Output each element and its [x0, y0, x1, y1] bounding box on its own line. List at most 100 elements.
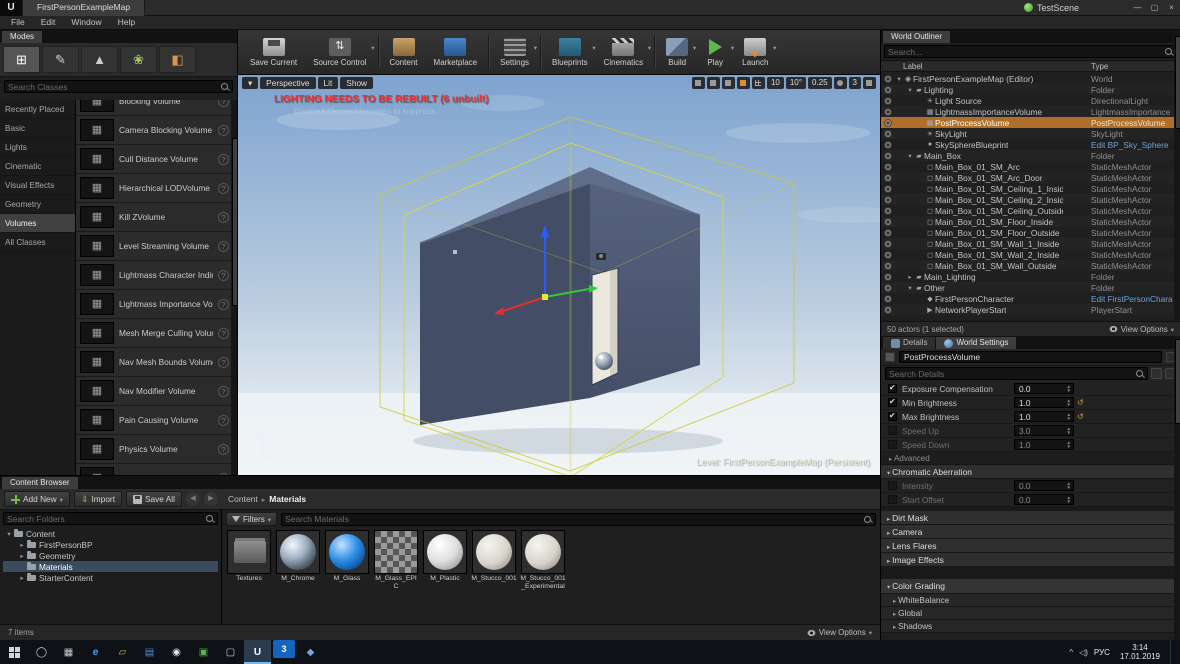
- outliner-row[interactable]: ▦ PostProcessVolume PostProcessVolume: [881, 117, 1174, 128]
- outliner-row[interactable]: ▾ ▰ Main_Box Folder: [881, 150, 1174, 161]
- expander-icon[interactable]: ▸: [18, 552, 26, 560]
- outliner-search-input[interactable]: [888, 47, 1164, 57]
- menu-item[interactable]: Window: [63, 16, 109, 29]
- visibility-eye-icon[interactable]: [884, 163, 892, 171]
- search-classes-input[interactable]: [8, 82, 220, 92]
- details-scrollbar[interactable]: [1174, 336, 1180, 640]
- maximize-viewport-icon[interactable]: [863, 77, 876, 89]
- translate-tool-icon[interactable]: [692, 77, 705, 89]
- details-search-input[interactable]: [889, 369, 1135, 379]
- breadcrumb-content[interactable]: Content: [228, 494, 258, 504]
- volume-list-item[interactable]: Cull Distance Volume: [76, 145, 237, 174]
- volume-list-item[interactable]: Mesh Merge Culling Volume: [76, 319, 237, 348]
- expander-icon[interactable]: ▾: [906, 284, 914, 292]
- outliner-row[interactable]: ◻ Main_Box_01_SM_Ceiling_Outside StaticM…: [881, 205, 1174, 216]
- expander-icon[interactable]: ▾: [5, 530, 13, 538]
- camera-speed-icon[interactable]: [834, 77, 847, 89]
- outliner-row[interactable]: ☀ SkyLight SkyLight: [881, 128, 1174, 139]
- mode-tool-icon[interactable]: ▲: [81, 46, 118, 73]
- speed-down-checkbox[interactable]: [888, 440, 897, 449]
- outliner-row[interactable]: ◻ Main_Box_01_SM_Wall_Outside StaticMesh…: [881, 260, 1174, 271]
- menu-item[interactable]: Edit: [33, 16, 64, 29]
- speed-down-input[interactable]: 1.0: [1014, 439, 1074, 450]
- visibility-eye-icon[interactable]: [884, 218, 892, 226]
- outliner-row[interactable]: ▾ ▰ Other Folder: [881, 282, 1174, 293]
- blueprints-button[interactable]: Blueprints ▾: [544, 35, 596, 69]
- volume-list-item[interactable]: Blocking Volume: [76, 100, 237, 116]
- visibility-eye-icon[interactable]: [884, 185, 892, 193]
- folder-tree-item[interactable]: ▸ StarterContent: [3, 572, 218, 583]
- outliner-row[interactable]: ▾ ◉ FirstPersonExampleMap (Editor) World: [881, 73, 1174, 84]
- cinematics-button[interactable]: Cinematics ▾: [596, 35, 652, 69]
- volume-list-item[interactable]: Camera Blocking Volume: [76, 116, 237, 145]
- help-icon[interactable]: [218, 415, 229, 426]
- minimize-button[interactable]: —: [1129, 0, 1146, 16]
- visibility-eye-icon[interactable]: [884, 284, 892, 292]
- grid-snap-value[interactable]: 10: [767, 77, 784, 89]
- outliner-row[interactable]: ◻ Main_Box_01_SM_Floor_Inside StaticMesh…: [881, 216, 1174, 227]
- volume-list-item[interactable]: Post Process Volume: [76, 464, 237, 475]
- spinner-icon[interactable]: [1067, 441, 1071, 448]
- visibility-eye-icon[interactable]: [884, 119, 892, 127]
- menu-item[interactable]: File: [3, 16, 33, 29]
- map-document-tab[interactable]: FirstPersonExampleMap: [22, 0, 145, 16]
- filters-button[interactable]: Filters: [226, 512, 277, 526]
- outliner-row[interactable]: ● SkySphereBlueprint Edit BP_Sky_Sphere: [881, 139, 1174, 150]
- outliner-row[interactable]: ◻ Main_Box_01_SM_Ceiling_2_Inside Static…: [881, 194, 1174, 205]
- expander-icon[interactable]: ▾: [895, 75, 903, 83]
- speed-up-input[interactable]: 3.0: [1014, 425, 1074, 436]
- visibility-eye-icon[interactable]: [884, 273, 892, 281]
- spinner-icon[interactable]: [1067, 482, 1071, 489]
- expander-icon[interactable]: ▸: [18, 574, 26, 582]
- help-icon[interactable]: [218, 183, 229, 194]
- cinematics-dropdown[interactable]: ▾: [648, 44, 651, 52]
- build-button[interactable]: Build ▾: [658, 35, 696, 69]
- folder-tree-item[interactable]: ▸ FirstPersonBP: [3, 539, 218, 550]
- speaker-icon[interactable]: ◁): [1079, 648, 1088, 657]
- source-control-dropdown[interactable]: ▾: [371, 44, 374, 52]
- taskbar-app-icon[interactable]: ▱: [109, 640, 136, 664]
- section-color-grading[interactable]: Color Grading: [881, 579, 1174, 594]
- close-button[interactable]: ×: [1163, 0, 1180, 16]
- content-browser-tab[interactable]: Content Browser: [2, 477, 78, 489]
- settings-dropdown[interactable]: ▾: [534, 44, 537, 52]
- section-chromatic-aberration[interactable]: Chromatic Aberration: [881, 465, 1174, 479]
- placement-category[interactable]: Visual Effects: [0, 176, 75, 195]
- max-brightness-checkbox[interactable]: [888, 412, 897, 421]
- launch-button[interactable]: Launch ▾: [734, 35, 776, 69]
- outliner-row[interactable]: ◻ Main_Box_01_SM_Wall_1_Inside StaticMes…: [881, 238, 1174, 249]
- forward-button[interactable]: [204, 492, 218, 506]
- start-offset-input[interactable]: 0.0: [1014, 494, 1074, 505]
- taskbar-app-icon[interactable]: e: [82, 640, 109, 664]
- asset-tile[interactable]: Textures: [226, 530, 272, 583]
- asset-tile[interactable]: M_Glass_EPIC: [373, 530, 419, 590]
- spinner-icon[interactable]: [1067, 399, 1071, 406]
- tab-world-settings[interactable]: World Settings: [936, 337, 1016, 349]
- maximize-button[interactable]: ▢: [1146, 0, 1163, 16]
- help-icon[interactable]: [218, 125, 229, 136]
- spinner-icon[interactable]: [1067, 413, 1071, 420]
- grading-subsection-header[interactable]: WhiteBalance: [881, 594, 1174, 607]
- visibility-eye-icon[interactable]: [884, 97, 892, 105]
- volume-list-item[interactable]: Physics Volume: [76, 435, 237, 464]
- help-icon[interactable]: [218, 212, 229, 223]
- volumes-scrollbar[interactable]: [231, 100, 237, 475]
- visibility-eye-icon[interactable]: [884, 130, 892, 138]
- settings-button[interactable]: Settings ▾: [492, 35, 537, 69]
- spinner-icon[interactable]: [1067, 427, 1071, 434]
- help-icon[interactable]: [218, 357, 229, 368]
- show-desktop-button[interactable]: [1170, 640, 1176, 664]
- visibility-eye-icon[interactable]: [884, 196, 892, 204]
- taskbar-app-icon[interactable]: 3: [273, 640, 295, 658]
- outliner-row[interactable]: ▦ LightmassImportanceVolume LightmassImp…: [881, 106, 1174, 117]
- outliner-row[interactable]: ◆ FirstPersonCharacter Edit FirstPersonC…: [881, 293, 1174, 304]
- visibility-eye-icon[interactable]: [884, 251, 892, 259]
- asset-tile[interactable]: M_Glass: [324, 530, 370, 583]
- outliner-row[interactable]: ▶ NetworkPlayerStart PlayerStart: [881, 304, 1174, 315]
- tray-chevron-icon[interactable]: ^: [1069, 648, 1073, 657]
- visibility-eye-icon[interactable]: [884, 108, 892, 116]
- placement-category[interactable]: Recently Placed: [0, 100, 75, 119]
- view-mode-button[interactable]: Lit: [318, 77, 339, 89]
- expander-icon[interactable]: ▸: [906, 273, 914, 281]
- mode-tool-icon[interactable]: ❀: [120, 46, 157, 73]
